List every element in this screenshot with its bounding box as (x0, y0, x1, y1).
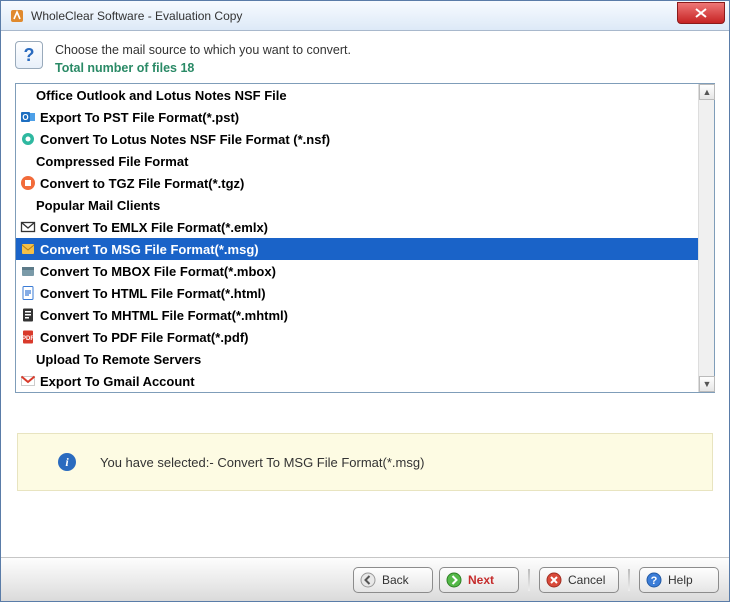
list-item[interactable]: Convert To MHTML File Format(*.mhtml) (16, 304, 698, 326)
cancel-label: Cancel (568, 573, 605, 587)
back-button[interactable]: Back (353, 567, 433, 593)
separator (528, 569, 530, 591)
close-button[interactable] (677, 2, 725, 24)
separator (628, 569, 630, 591)
list-item-label: Convert To Lotus Notes NSF File Format (… (40, 132, 330, 147)
pdf-icon: PDF (20, 329, 36, 345)
list-item-label: Export To PST File Format(*.pst) (40, 110, 239, 125)
list-item[interactable]: Convert To MBOX File Format(*.mbox) (16, 260, 698, 282)
list-item[interactable]: Convert To MSG File Format(*.msg) (16, 238, 698, 260)
list-item[interactable]: Convert To Lotus Notes NSF File Format (… (16, 128, 698, 150)
lotus-icon (20, 131, 36, 147)
list-item-label: Convert To EMLX File Format(*.emlx) (40, 220, 268, 235)
window-title: WholeClear Software - Evaluation Copy (31, 9, 677, 23)
svg-text:?: ? (651, 575, 658, 587)
mbox-icon (20, 263, 36, 279)
scroll-up-button[interactable]: ▲ (699, 84, 715, 100)
list-item-label: Convert To MSG File Format(*.msg) (40, 242, 259, 257)
scroll-down-button[interactable]: ▼ (699, 376, 715, 392)
svg-text:O: O (22, 113, 28, 122)
list-item[interactable]: Convert To HTML File Format(*.html) (16, 282, 698, 304)
list-item-label: Convert To HTML File Format(*.html) (40, 286, 266, 301)
selection-text: You have selected:- Convert To MSG File … (100, 455, 424, 470)
svg-text:PDF: PDF (22, 336, 34, 342)
list-item[interactable]: Export To Gmail Account (16, 370, 698, 392)
list-section-header: Popular Mail Clients (16, 194, 698, 216)
wizard-instruction: Choose the mail source to which you want… (55, 41, 351, 59)
outlook-icon: O (20, 109, 36, 125)
list-section-header: Upload To Remote Servers (16, 348, 698, 370)
app-icon (9, 8, 25, 24)
list-item-label: Convert to TGZ File Format(*.tgz) (40, 176, 244, 191)
file-count-line: Total number of files 18 (55, 59, 351, 77)
msg-icon (20, 241, 36, 257)
arrow-left-icon (360, 572, 376, 588)
list-section-header: Office Outlook and Lotus Notes NSF File (16, 84, 698, 106)
help-circle-icon: ? (646, 572, 662, 588)
help-label: Help (668, 573, 693, 587)
mhtml-icon (20, 307, 36, 323)
list-item-label: Export To Gmail Account (40, 374, 195, 389)
wizard-header: ? Choose the mail source to which you wa… (1, 31, 729, 83)
help-button[interactable]: ? Help (639, 567, 719, 593)
cancel-button[interactable]: Cancel (539, 567, 619, 593)
next-label: Next (468, 573, 494, 587)
help-icon: ? (15, 41, 43, 69)
content: Office Outlook and Lotus Notes NSF FileO… (1, 83, 729, 557)
selection-info: i You have selected:- Convert To MSG Fil… (17, 433, 713, 491)
scrollbar[interactable]: ▲ ▼ (698, 84, 714, 392)
tgz-icon (20, 175, 36, 191)
next-button[interactable]: Next (439, 567, 519, 593)
wizard-header-text: Choose the mail source to which you want… (55, 41, 351, 77)
emlx-icon (20, 219, 36, 235)
list-item[interactable]: Convert to TGZ File Format(*.tgz) (16, 172, 698, 194)
titlebar: WholeClear Software - Evaluation Copy (1, 1, 729, 31)
html-icon (20, 285, 36, 301)
app-window: WholeClear Software - Evaluation Copy ? … (0, 0, 730, 602)
button-bar: Back Next Cancel ? Help (1, 557, 729, 601)
cancel-icon (546, 572, 562, 588)
list-item[interactable]: PDF Convert To PDF File Format(*.pdf) (16, 326, 698, 348)
arrow-right-icon (446, 572, 462, 588)
list-item[interactable]: Convert To EMLX File Format(*.emlx) (16, 216, 698, 238)
info-icon: i (58, 453, 76, 471)
format-listbox[interactable]: Office Outlook and Lotus Notes NSF FileO… (15, 83, 715, 393)
gmail-icon (20, 373, 36, 389)
list-section-header: Compressed File Format (16, 150, 698, 172)
list-item[interactable]: O Export To PST File Format(*.pst) (16, 106, 698, 128)
list-item-label: Convert To MHTML File Format(*.mhtml) (40, 308, 288, 323)
list-item-label: Convert To MBOX File Format(*.mbox) (40, 264, 276, 279)
back-label: Back (382, 573, 409, 587)
list-item-label: Convert To PDF File Format(*.pdf) (40, 330, 248, 345)
